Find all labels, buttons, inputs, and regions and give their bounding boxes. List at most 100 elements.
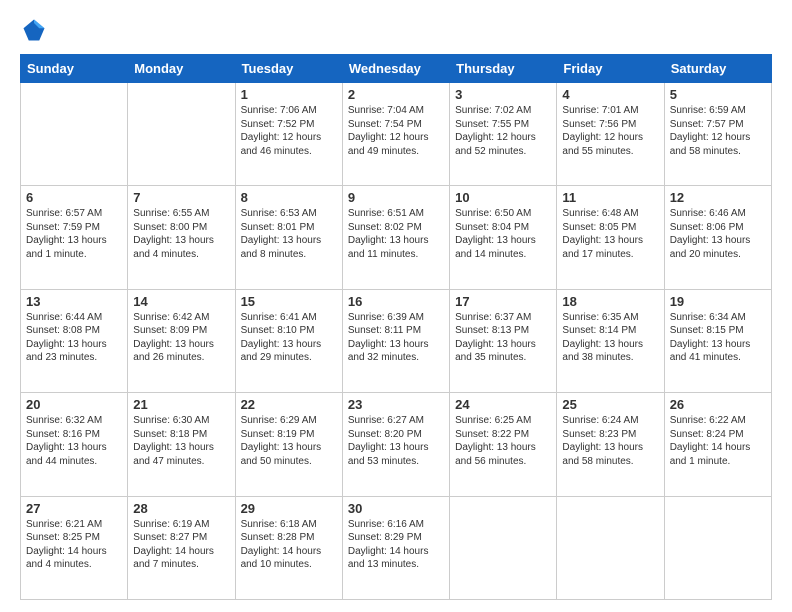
cell-info: Sunrise: 6:55 AM — [133, 207, 229, 221]
cell-info: Sunrise: 7:01 AM — [562, 104, 658, 118]
cell-info: Sunset: 8:29 PM — [348, 531, 444, 545]
calendar-cell: 30 Sunrise: 6:16 AMSunset: 8:29 PMDayligh… — [342, 496, 449, 599]
cell-info: Sunset: 8:27 PM — [133, 531, 229, 545]
header — [20, 16, 772, 44]
day-number: 8 — [241, 190, 337, 205]
calendar-cell — [21, 83, 128, 186]
cell-info: Sunrise: 6:18 AM — [241, 518, 337, 532]
calendar-cell: 3Sunrise: 7:02 AMSunset: 7:55 PMDaylight… — [450, 83, 557, 186]
cell-info: Sunset: 7:55 PM — [455, 118, 551, 132]
cell-info: Sunrise: 6:35 AM — [562, 311, 658, 325]
calendar-cell: 21Sunrise: 6:30 AMSunset: 8:18 PMDayligh… — [128, 393, 235, 496]
day-number: 5 — [670, 87, 766, 102]
day-number: 19 — [670, 294, 766, 309]
calendar-cell — [450, 496, 557, 599]
calendar-cell: 2Sunrise: 7:04 AMSunset: 7:54 PMDaylight… — [342, 83, 449, 186]
day-number: 18 — [562, 294, 658, 309]
cell-info: Sunset: 8:18 PM — [133, 428, 229, 442]
cell-info: Daylight: 14 hours and 13 minutes. — [348, 545, 444, 572]
logo-icon — [20, 16, 48, 44]
cell-info: Sunrise: 7:02 AM — [455, 104, 551, 118]
cell-info: Sunset: 7:59 PM — [26, 221, 122, 235]
cell-info: Daylight: 13 hours and 35 minutes. — [455, 338, 551, 365]
cell-info: Daylight: 13 hours and 50 minutes. — [241, 441, 337, 468]
cell-info: Daylight: 13 hours and 17 minutes. — [562, 234, 658, 261]
day-number: 6 — [26, 190, 122, 205]
calendar-cell: 28Sunrise: 6:19 AMSunset: 8:27 PMDayligh… — [128, 496, 235, 599]
week-row-3: 13Sunrise: 6:44 AMSunset: 8:08 PMDayligh… — [21, 289, 772, 392]
cell-info: Sunset: 8:14 PM — [562, 324, 658, 338]
col-header-thursday: Thursday — [450, 55, 557, 83]
cell-info: Sunrise: 6:48 AM — [562, 207, 658, 221]
cell-info: Daylight: 13 hours and 8 minutes. — [241, 234, 337, 261]
cell-info: Sunrise: 6:19 AM — [133, 518, 229, 532]
cell-info: Daylight: 13 hours and 47 minutes. — [133, 441, 229, 468]
cell-info: Sunset: 8:23 PM — [562, 428, 658, 442]
day-number: 27 — [26, 501, 122, 516]
cell-info: Sunrise: 6:34 AM — [670, 311, 766, 325]
cell-info: Sunset: 8:08 PM — [26, 324, 122, 338]
cell-info: Daylight: 13 hours and 41 minutes. — [670, 338, 766, 365]
cell-info: Sunset: 8:22 PM — [455, 428, 551, 442]
cell-info: Daylight: 14 hours and 7 minutes. — [133, 545, 229, 572]
calendar-cell: 14Sunrise: 6:42 AMSunset: 8:09 PMDayligh… — [128, 289, 235, 392]
col-header-friday: Friday — [557, 55, 664, 83]
col-header-tuesday: Tuesday — [235, 55, 342, 83]
cell-info: Daylight: 13 hours and 23 minutes. — [26, 338, 122, 365]
cell-info: Daylight: 13 hours and 20 minutes. — [670, 234, 766, 261]
day-number: 15 — [241, 294, 337, 309]
cell-info: Daylight: 13 hours and 4 minutes. — [133, 234, 229, 261]
cell-info: Daylight: 12 hours and 46 minutes. — [241, 131, 337, 158]
calendar-cell: 5Sunrise: 6:59 AMSunset: 7:57 PMDaylight… — [664, 83, 771, 186]
day-number: 30 — [348, 501, 444, 516]
calendar-cell — [128, 83, 235, 186]
day-number: 10 — [455, 190, 551, 205]
cell-info: Sunset: 8:15 PM — [670, 324, 766, 338]
col-header-monday: Monday — [128, 55, 235, 83]
calendar-cell: 15Sunrise: 6:41 AMSunset: 8:10 PMDayligh… — [235, 289, 342, 392]
cell-info: Sunset: 8:28 PM — [241, 531, 337, 545]
day-number: 13 — [26, 294, 122, 309]
cell-info: Sunrise: 6:25 AM — [455, 414, 551, 428]
day-number: 7 — [133, 190, 229, 205]
cell-info: Daylight: 13 hours and 38 minutes. — [562, 338, 658, 365]
calendar-cell: 9Sunrise: 6:51 AMSunset: 8:02 PMDaylight… — [342, 186, 449, 289]
calendar-cell: 6Sunrise: 6:57 AMSunset: 7:59 PMDaylight… — [21, 186, 128, 289]
cell-info: Daylight: 13 hours and 29 minutes. — [241, 338, 337, 365]
day-number: 9 — [348, 190, 444, 205]
cell-info: Sunset: 7:54 PM — [348, 118, 444, 132]
day-number: 22 — [241, 397, 337, 412]
week-row-5: 27Sunrise: 6:21 AMSunset: 8:25 PMDayligh… — [21, 496, 772, 599]
cell-info: Daylight: 13 hours and 58 minutes. — [562, 441, 658, 468]
day-number: 25 — [562, 397, 658, 412]
cell-info: Sunset: 8:09 PM — [133, 324, 229, 338]
calendar-cell: 13Sunrise: 6:44 AMSunset: 8:08 PMDayligh… — [21, 289, 128, 392]
calendar-cell: 8Sunrise: 6:53 AMSunset: 8:01 PMDaylight… — [235, 186, 342, 289]
calendar-cell: 10Sunrise: 6:50 AMSunset: 8:04 PMDayligh… — [450, 186, 557, 289]
cell-info: Daylight: 13 hours and 11 minutes. — [348, 234, 444, 261]
calendar-table: SundayMondayTuesdayWednesdayThursdayFrid… — [20, 54, 772, 600]
cell-info: Daylight: 13 hours and 44 minutes. — [26, 441, 122, 468]
day-number: 1 — [241, 87, 337, 102]
cell-info: Sunrise: 6:39 AM — [348, 311, 444, 325]
cell-info: Sunset: 8:06 PM — [670, 221, 766, 235]
week-row-1: 1Sunrise: 7:06 AMSunset: 7:52 PMDaylight… — [21, 83, 772, 186]
calendar-cell: 29Sunrise: 6:18 AMSunset: 8:28 PMDayligh… — [235, 496, 342, 599]
cell-info: Sunrise: 6:46 AM — [670, 207, 766, 221]
cell-info: Sunrise: 7:06 AM — [241, 104, 337, 118]
day-number: 12 — [670, 190, 766, 205]
cell-info: Sunrise: 6:51 AM — [348, 207, 444, 221]
day-number: 26 — [670, 397, 766, 412]
cell-info: Sunrise: 7:04 AM — [348, 104, 444, 118]
cell-info: Sunrise: 6:27 AM — [348, 414, 444, 428]
calendar-cell: 18 Sunrise: 6:35 AMSunset: 8:14 PMDayligh… — [557, 289, 664, 392]
cell-info: Sunrise: 6:22 AM — [670, 414, 766, 428]
calendar-cell: 22Sunrise: 6:29 AMSunset: 8:19 PMDayligh… — [235, 393, 342, 496]
calendar-cell — [557, 496, 664, 599]
cell-info: Sunrise: 6:16 AM — [348, 518, 444, 532]
cell-info: Sunrise: 6:57 AM — [26, 207, 122, 221]
cell-info: Daylight: 14 hours and 10 minutes. — [241, 545, 337, 572]
day-number: 4 — [562, 87, 658, 102]
cell-info: Daylight: 12 hours and 55 minutes. — [562, 131, 658, 158]
cell-info: Daylight: 14 hours and 1 minute. — [670, 441, 766, 468]
